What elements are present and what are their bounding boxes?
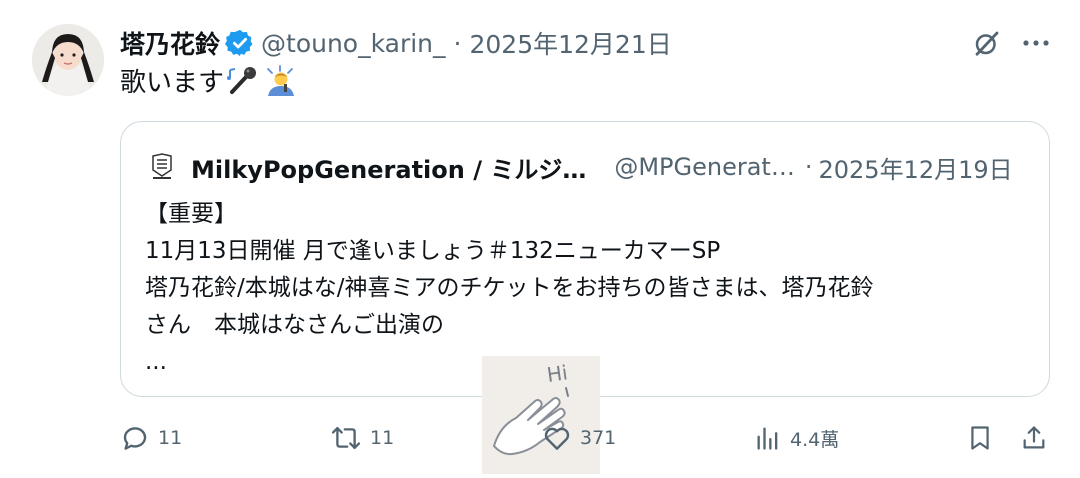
sticker-hi-text: Hi (545, 360, 569, 387)
like-count: 371 (580, 427, 617, 449)
quoted-author-logo-icon[interactable] (149, 152, 175, 182)
view-count: 4.4萬 (790, 428, 840, 451)
share-icon (1020, 423, 1048, 453)
grok-icon[interactable] (968, 24, 1006, 62)
post-date[interactable]: 2025年12月21日 (469, 25, 671, 61)
quoted-author-name[interactable]: MilkyPopGeneration / ミルジ… (191, 150, 586, 185)
views-button[interactable]: 4.4萬 (754, 418, 839, 458)
author-avatar[interactable] (32, 24, 104, 96)
more-options-icon[interactable] (1016, 24, 1056, 62)
quoted-author-handle[interactable]: @MPGenerat… (614, 153, 795, 181)
author-handle[interactable]: @touno_karin_ (261, 29, 446, 58)
reply-icon (120, 423, 150, 453)
share-button[interactable] (1020, 418, 1048, 458)
quoted-post-header: MilkyPopGeneration / ミルジ… @MPGenerat… · … (149, 150, 1013, 184)
reply-count: 11 (158, 427, 183, 449)
post-text: 歌います (120, 62, 300, 98)
reply-button[interactable]: 11 (120, 418, 182, 458)
quoted-text-line: 塔乃花鈴/本城はな/神喜ミアのチケットをお持ちの皆さまは、塔乃花鈴 (145, 275, 874, 301)
quoted-text-line: さん 本城はなさんご出演の (145, 312, 444, 338)
post-header: 塔乃花鈴 @touno_karin_ · 2025年12月21日 (120, 26, 672, 60)
bookmark-button[interactable] (966, 418, 994, 458)
quoted-text-line: 11月13日開催 月で逢いましょう＃132ニューカマーSP (145, 238, 721, 264)
bookmark-icon (966, 423, 994, 453)
header-separator: · (453, 28, 462, 58)
quoted-post-date[interactable]: 2025年12月19日 (818, 150, 1012, 185)
verified-badge-icon (225, 28, 255, 58)
singer-emoji-icon (262, 64, 300, 96)
post-actions: 11 11 371 4.4萬 (0, 418, 1080, 458)
repost-icon (330, 423, 362, 453)
like-button[interactable]: 371 (542, 418, 616, 458)
repost-button[interactable]: 11 (330, 418, 394, 458)
post-text-content: 歌います (120, 67, 225, 98)
quoted-text-line: 【重要】 (145, 201, 237, 227)
views-chart-icon (754, 423, 782, 453)
author-name[interactable]: 塔乃花鈴 (120, 25, 220, 61)
quoted-header-separator: · (804, 153, 813, 181)
quoted-post-text: 【重要】 11月13日開催 月で逢いましょう＃132ニューカマーSP 塔乃花鈴/… (145, 196, 1035, 381)
microphone-emoji-icon (226, 64, 260, 96)
heart-icon (542, 423, 572, 453)
repost-count: 11 (370, 427, 395, 449)
